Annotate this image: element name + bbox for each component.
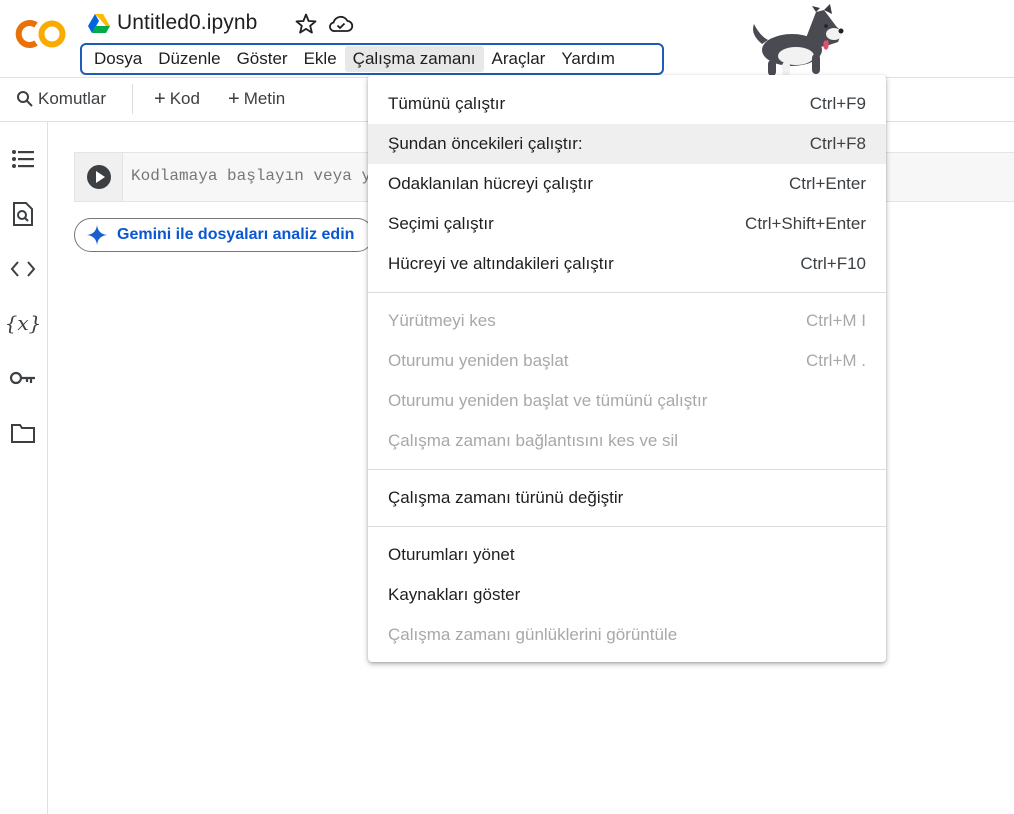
menu-item-shortcut: Ctrl+Enter bbox=[789, 174, 866, 193]
runtime-menu-item[interactable]: Kaynakları göster bbox=[368, 575, 886, 615]
code-snippets-icon[interactable] bbox=[8, 254, 38, 284]
commands-button[interactable]: Komutlar bbox=[16, 89, 106, 109]
runtime-menu-item[interactable]: Oturumları yönet bbox=[368, 535, 886, 575]
menu-item-shortcut: Ctrl+Shift+Enter bbox=[745, 214, 866, 233]
runtime-menu-item: Çalışma zamanı günlüklerini görüntüle bbox=[368, 615, 886, 655]
gemini-analyze-button[interactable]: Gemini ile dosyaları analiz edin bbox=[74, 218, 374, 252]
runtime-menu-item[interactable]: Çalışma zamanı türünü değiştir bbox=[368, 478, 886, 518]
menu-item-shortcut: Ctrl+F8 bbox=[809, 134, 866, 153]
menu-item-label: Çalışma zamanı günlüklerini görüntüle bbox=[388, 625, 678, 644]
menu-item-shortcut: Ctrl+F9 bbox=[809, 94, 866, 113]
gemini-label: Gemini ile dosyaları analiz edin bbox=[117, 226, 355, 243]
runtime-menu: Tümünü çalıştır Ctrl+F9 Şundan öncekileri … bbox=[368, 75, 886, 662]
menu-item-label: Çalışma zamanı türünü değiştir bbox=[388, 488, 624, 507]
runtime-menu-item[interactable]: Hücreyi ve altındakileri çalıştır Ctrl+F1… bbox=[368, 244, 886, 284]
runtime-menu-item: Oturumu yeniden başlat ve tümünü çalıştı… bbox=[368, 381, 886, 421]
menu-item-shortcut: Ctrl+M I bbox=[806, 311, 866, 330]
runtime-menu-item[interactable]: Odaklanılan hücreyi çalıştır Ctrl+Enter bbox=[368, 164, 886, 204]
runtime-menu-item: Oturumu yeniden başlat Ctrl+M . bbox=[368, 341, 886, 381]
runtime-menu-item: Çalışma zamanı bağlantısını kes ve sil bbox=[368, 421, 886, 461]
menu-item-label: Oturumu yeniden başlat bbox=[388, 351, 569, 370]
runtime-menu-item[interactable]: Seçimi çalıştır Ctrl+Shift+Enter bbox=[368, 204, 886, 244]
app-header: Untitled0.ipynb Dosya Düzenle Göster Ekle Ça… bbox=[0, 0, 1014, 78]
search-icon bbox=[17, 91, 33, 107]
star-icon[interactable] bbox=[294, 12, 318, 36]
cloud-saved-icon[interactable] bbox=[328, 12, 354, 36]
menu-1[interactable]: Düzenle bbox=[150, 46, 228, 72]
dog-mascot-image bbox=[753, 4, 844, 76]
menu-item-label: Oturumu yeniden başlat ve tümünü çalıştı… bbox=[388, 391, 708, 410]
menu-item-label: Yürütmeyi kes bbox=[388, 311, 496, 330]
menu-item-label: Seçimi çalıştır bbox=[388, 214, 494, 233]
left-sidebar: {x} bbox=[0, 122, 48, 814]
menu-item-label: Kaynakları göster bbox=[388, 585, 521, 604]
menu-6[interactable]: Yardım bbox=[553, 46, 623, 72]
runtime-menu-item[interactable]: Tümünü çalıştır Ctrl+F9 bbox=[368, 84, 886, 124]
notebook-title[interactable]: Untitled0.ipynb bbox=[117, 11, 257, 35]
plus-icon: + bbox=[228, 88, 240, 110]
folder-icon[interactable] bbox=[8, 418, 38, 448]
runtime-menu-item[interactable]: Şundan öncekileri çalıştır: Ctrl+F8 bbox=[368, 124, 886, 164]
menubar: Dosya Düzenle Göster Ekle Çalışma zamanı Araç… bbox=[80, 43, 664, 75]
add-text-button[interactable]: + Metin bbox=[228, 89, 285, 109]
toolbar-divider bbox=[132, 84, 133, 114]
menu-separator bbox=[368, 469, 886, 470]
menu-item-label: Odaklanılan hücreyi çalıştır bbox=[388, 174, 594, 193]
add-text-label: Metin bbox=[243, 89, 286, 108]
secrets-key-icon[interactable] bbox=[8, 363, 38, 393]
plus-icon: + bbox=[154, 88, 166, 110]
menu-item-label: Tümünü çalıştır bbox=[388, 94, 506, 113]
menu-item-label: Şundan öncekileri çalıştır: bbox=[388, 134, 583, 153]
menu-separator bbox=[368, 526, 886, 527]
menu-item-shortcut: Ctrl+F10 bbox=[800, 254, 866, 273]
gemini-sparkle-icon bbox=[87, 225, 107, 245]
google-drive-icon[interactable] bbox=[88, 14, 110, 34]
cell-placeholder[interactable]: Kodlamaya başlayın veya y bbox=[131, 167, 371, 185]
commands-label: Komutlar bbox=[38, 89, 107, 108]
add-code-label: Kod bbox=[169, 89, 200, 108]
menu-5[interactable]: Araçlar bbox=[484, 46, 554, 72]
colab-logo[interactable] bbox=[14, 16, 68, 52]
menu-item-label: Hücreyi ve altındakileri çalıştır bbox=[388, 254, 614, 273]
menu-separator bbox=[368, 292, 886, 293]
add-code-button[interactable]: + Kod bbox=[154, 89, 200, 109]
cell-gutter bbox=[75, 153, 123, 201]
variables-icon[interactable]: {x} bbox=[5, 308, 42, 338]
runtime-menu-item: Yürütmeyi kes Ctrl+M I bbox=[368, 301, 886, 341]
menu-item-label: Oturumları yönet bbox=[388, 545, 515, 564]
run-cell-icon[interactable] bbox=[87, 165, 111, 189]
menu-4[interactable]: Çalışma zamanı bbox=[344, 46, 484, 72]
find-icon[interactable] bbox=[8, 199, 38, 229]
menu-2[interactable]: Göster bbox=[229, 46, 296, 72]
menu-3[interactable]: Ekle bbox=[296, 46, 345, 72]
menu-item-label: Çalışma zamanı bağlantısını kes ve sil bbox=[388, 431, 679, 450]
menu-0[interactable]: Dosya bbox=[86, 46, 150, 72]
table-of-contents-icon[interactable] bbox=[8, 144, 38, 174]
menu-item-shortcut: Ctrl+M . bbox=[806, 351, 866, 370]
